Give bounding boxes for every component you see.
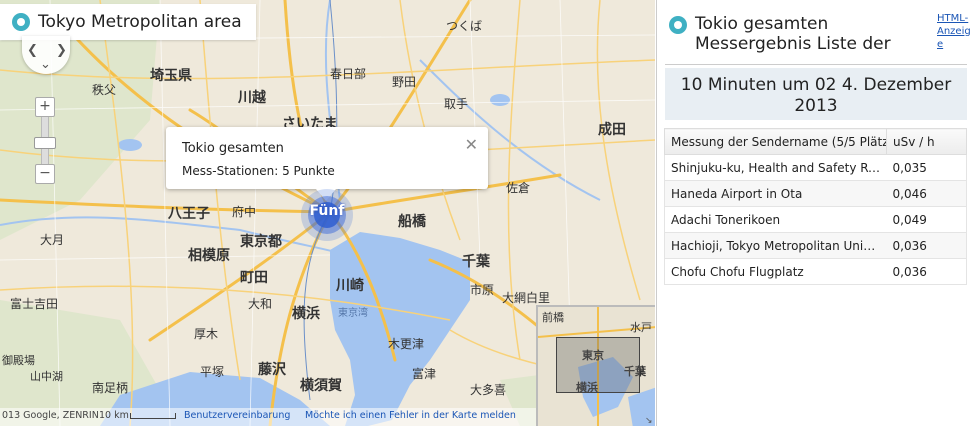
station-value: 0,049 [886, 206, 967, 233]
overview-label-maebashi: 前橋 [542, 310, 564, 324]
label-tokyo-bay: 東京湾 [338, 306, 368, 319]
station-name: Hachioji, Tokyo Metropolitan University [664, 232, 887, 259]
measurement-table: Messung der Sendername (5/5 Plätze) uSv … [664, 128, 967, 285]
station-name: Shinjuku-ku, Health and Safety Research … [664, 154, 887, 181]
label-fuchu: 府中 [232, 204, 256, 219]
terms-link[interactable]: Benutzervereinbarung [184, 410, 290, 421]
panel-title: Tokio gesamten Messergebnis Liste der [695, 14, 891, 54]
table-row[interactable]: Haneda Airport in Ota 0,046 [664, 180, 967, 207]
station-value: 0,046 [886, 180, 967, 207]
station-name: Chofu Chofu Flugplatz [664, 258, 887, 285]
station-name: Haneda Airport in Ota [664, 180, 887, 207]
info-window-title: Tokio gesamten [182, 141, 284, 156]
label-yokohama: 横浜 [292, 305, 320, 322]
station-value: 0,036 [886, 258, 967, 285]
station-cluster-marker[interactable]: Fünf [298, 188, 356, 242]
label-chichibu: 秩父 [92, 83, 116, 97]
label-sakura: 佐倉 [506, 180, 530, 195]
report-error-link[interactable]: Möchte ich einen Fehler in der Karte mel… [305, 410, 516, 421]
label-sagamihara: 相模原 [188, 247, 230, 264]
map-title-box: Tokyo Metropolitan area [0, 4, 256, 40]
zoom-out-button[interactable]: − [35, 164, 55, 184]
label-otsuki: 大月 [40, 233, 64, 247]
table-row[interactable]: Adachi Tonerikoen 0,049 [664, 206, 967, 233]
label-hachioji: 八王子 [167, 206, 210, 222]
label-narita: 成田 [598, 121, 626, 138]
panel-header: Tokio gesamten Messergebnis Liste der [669, 14, 905, 54]
label-noda: 野田 [392, 75, 416, 89]
zoom-slider-handle[interactable] [34, 137, 56, 149]
info-window: Tokio gesamten Mess-Stationen: 5 Punkte … [166, 127, 488, 201]
label-chiba: 千葉 [462, 253, 491, 270]
table-row[interactable]: Shinjuku-ku, Health and Safety Research … [664, 154, 967, 181]
map-title: Tokyo Metropolitan area [38, 12, 242, 32]
location-dot-icon [669, 16, 687, 34]
label-kawasaki: 川崎 [335, 277, 364, 294]
label-tokyo: 東京都 [240, 233, 282, 250]
measurement-date: 10 Minuten um 02 4. Dezember 2013 [665, 68, 967, 120]
table-row[interactable]: Chofu Chofu Flugplatz 0,036 [664, 258, 967, 285]
zoom-in-button[interactable]: + [35, 97, 55, 117]
station-value: 0,036 [886, 232, 967, 259]
label-kisarazu: 木更津 [388, 337, 424, 351]
cluster-label: Fünf [309, 203, 345, 219]
label-ichihara: 市原 [470, 282, 494, 297]
label-funabashi: 船橋 [398, 213, 427, 230]
label-yamanakako: 山中湖 [30, 370, 63, 383]
table-header-row: Messung der Sendername (5/5 Plätze) uSv … [664, 128, 967, 155]
label-kawagoe: 川越 [237, 89, 267, 106]
station-name: Adachi Tonerikoen [664, 206, 887, 233]
scale-bar [130, 413, 176, 419]
close-icon[interactable]: ✕ [465, 135, 478, 154]
label-otaki: 大多喜 [470, 383, 506, 397]
label-hiratsuka: 平塚 [200, 365, 224, 379]
label-atsugi: 厚木 [194, 327, 218, 341]
label-saitama-pref: 埼玉県 [150, 67, 192, 84]
info-window-station-count: Mess-Stationen: 5 Punkte [182, 164, 335, 178]
label-minamiashigara: 南足柄 [92, 380, 128, 395]
panel-divider [665, 64, 967, 65]
map-view[interactable]: 埼玉県 秩父 川越 さいたま 春日部 野田 つくば 取手 成田 八王子 府中 東… [0, 0, 655, 426]
location-dot-icon [12, 13, 30, 31]
label-toride: 取手 [444, 97, 468, 111]
label-gotemba: 御殿場 [2, 353, 35, 367]
station-value: 0,035 [886, 154, 967, 181]
map-attribution: 013 Google, ZENRIN 10 km Benutzervereinb… [0, 408, 540, 426]
pan-right-icon[interactable]: ❯ [56, 44, 67, 57]
pan-left-icon[interactable]: ❮ [27, 44, 38, 57]
pan-down-icon[interactable]: ⌄ [40, 58, 51, 71]
label-oamishirasato: 大網白里 [502, 290, 550, 305]
label-yamato: 大和 [248, 297, 272, 311]
label-tsukuba: つくば [446, 19, 482, 33]
overview-map[interactable]: 前橋 水戸 東京 千葉 横浜 ↘ [536, 305, 655, 426]
overview-label-mito: 水戸 [630, 321, 652, 334]
label-futtsu: 富津 [412, 366, 436, 381]
map-scale: 10 km [99, 410, 129, 421]
column-header-station[interactable]: Messung der Sendername (5/5 Plätze) [664, 128, 887, 155]
column-header-value[interactable]: uSv / h [886, 128, 967, 155]
html-view-link[interactable]: HTML-Anzeige [937, 12, 970, 51]
label-yokosuka: 横須賀 [300, 377, 342, 394]
overview-viewport[interactable] [556, 337, 640, 393]
map-copyright: 013 Google, ZENRIN [2, 410, 99, 421]
label-fujiyoshida: 富士吉田 [10, 296, 58, 311]
label-fujisawa: 藤沢 [258, 361, 287, 378]
label-kasukabe: 春日部 [330, 66, 366, 81]
overview-toggle-icon[interactable]: ↘ [645, 416, 655, 426]
label-machida: 町田 [240, 270, 268, 286]
table-row[interactable]: Hachioji, Tokyo Metropolitan University … [664, 232, 967, 259]
